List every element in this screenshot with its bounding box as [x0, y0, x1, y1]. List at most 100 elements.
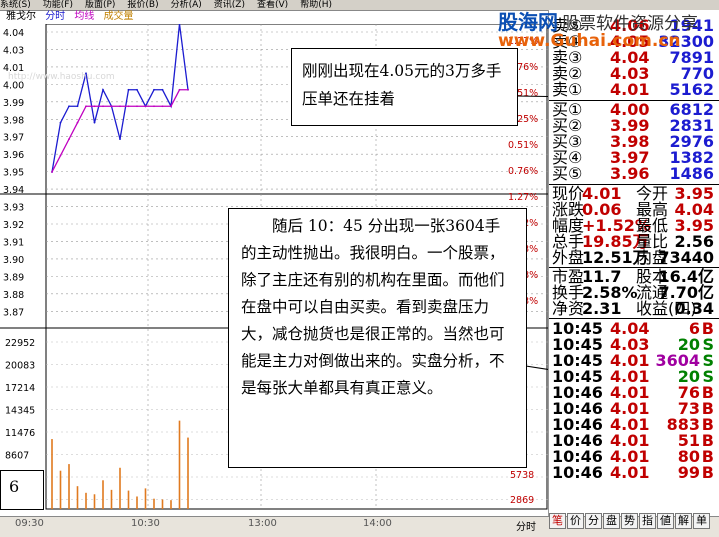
volume-bar	[102, 480, 104, 509]
volume-tick-right: 5738	[510, 470, 534, 481]
menu-item[interactable]: 查看(V)	[257, 0, 288, 10]
price-tick: 4.04	[3, 28, 24, 39]
annotation-mid: 随后 10：45 分出现一张3604手的主动性抛出。我很明白。一个股票，除了主庄…	[228, 208, 527, 468]
menu-item[interactable]: 帮助(H)	[300, 0, 332, 10]
volume-bar	[178, 420, 181, 509]
time-tick[interactable]: 分时	[516, 518, 536, 533]
volume-tick: 11476	[5, 428, 35, 439]
price-tick: 3.87	[3, 307, 24, 318]
price-tick: 3.99	[3, 98, 24, 109]
panel-tab[interactable]: 分	[585, 513, 602, 529]
average-point	[153, 105, 155, 108]
average-point	[76, 121, 79, 124]
volume-tick-right: 2869	[510, 495, 534, 506]
price-tick: 3.97	[3, 133, 24, 144]
pct-tick: 0.76%	[508, 166, 538, 177]
average-point	[102, 105, 104, 108]
volume-bar	[110, 489, 113, 509]
volume-bar	[187, 437, 189, 509]
pct-tick: 0.51%	[508, 140, 538, 151]
average-point	[110, 105, 113, 108]
average-point	[93, 105, 96, 108]
price-point	[127, 88, 130, 91]
trade-row: 10:46 4.01 99 B	[552, 463, 714, 482]
volume-tick: 14345	[5, 406, 35, 417]
price-tick: 3.91	[3, 237, 24, 248]
menu-item[interactable]: 系统(S)	[0, 0, 31, 10]
menu-item[interactable]: 报价(B)	[127, 0, 158, 10]
volume-bar	[136, 496, 138, 509]
volume-bar	[127, 490, 130, 509]
panel-tab[interactable]: 盘	[603, 513, 620, 529]
panel-tab[interactable]: 値	[657, 513, 674, 529]
time-tick: 09:30	[15, 518, 44, 529]
price-tick: 3.90	[3, 255, 24, 266]
volume-bar	[161, 499, 164, 509]
time-tick: 13:00	[248, 518, 277, 529]
faint-watermark: http://www.haoshu.com	[8, 72, 115, 82]
price-point	[161, 88, 164, 91]
volume-tick: 20083	[5, 361, 35, 372]
volume-bar	[51, 439, 53, 509]
volume-tick: 8607	[5, 451, 29, 462]
average-point	[187, 88, 189, 91]
stock-name: 雅戈尔	[6, 11, 36, 22]
average-point	[85, 105, 87, 108]
panel-tab[interactable]: 指	[639, 513, 656, 529]
volume-bar	[76, 486, 79, 509]
price-point	[119, 138, 121, 141]
price-point	[153, 88, 155, 91]
panel-tab[interactable]: 解	[675, 513, 692, 529]
chart-header: 雅戈尔 分时 均线 成交量	[0, 10, 548, 24]
menu-item[interactable]: 资讯(Z)	[214, 0, 245, 10]
price-tick: 3.98	[3, 115, 24, 126]
menu-item[interactable]: 分析(A)	[171, 0, 202, 10]
price-tick: 3.89	[3, 272, 24, 283]
price-tick: 4.03	[3, 45, 24, 56]
price-point	[68, 105, 70, 108]
price-point	[102, 88, 104, 91]
volume-bar	[119, 467, 121, 509]
panel-tab[interactable]: 单	[693, 513, 710, 529]
price-tick: 3.92	[3, 220, 24, 231]
average-point	[170, 105, 172, 108]
quote-row: 净资 2.31 收益(四) 0.34	[552, 299, 714, 318]
panel-tab[interactable]: 价	[567, 513, 584, 529]
menu-item[interactable]: 功能(F)	[43, 0, 73, 10]
menu-item[interactable]: 版面(P)	[85, 0, 115, 10]
volume-label[interactable]: 成交量	[104, 11, 134, 22]
mode-label[interactable]: 分时	[45, 11, 65, 22]
average-point	[59, 154, 62, 157]
panel-tab[interactable]: 笔	[549, 513, 566, 529]
average-point	[119, 105, 121, 108]
average-point	[68, 138, 70, 141]
average-point	[127, 105, 130, 108]
average-point	[161, 105, 164, 108]
volume-bar	[68, 464, 70, 509]
price-tick: 3.93	[3, 203, 24, 214]
price-tick: 4.00	[3, 80, 24, 91]
volume-tick: 22952	[5, 338, 35, 349]
price-tick: 3.88	[3, 290, 24, 301]
price-point	[76, 105, 79, 108]
panel-tabs: 笔价分盘势指値解单	[549, 513, 711, 531]
price-point	[93, 121, 96, 124]
sell-level: 卖① 4.01 5162	[552, 80, 714, 99]
annotation-top: 刚刚出现在4.05元的3万多手压单还在挂着	[291, 48, 518, 126]
price-tick: 3.96	[3, 150, 24, 161]
avg-label[interactable]: 均线	[74, 11, 94, 22]
time-tick: 10:30	[131, 518, 160, 529]
volume-bar	[170, 500, 172, 509]
average-point	[144, 105, 147, 108]
time-tick: 14:00	[363, 518, 392, 529]
panel-tab[interactable]: 势	[621, 513, 638, 529]
volume-bar	[93, 494, 96, 509]
pct-tick: 1.27%	[508, 192, 538, 203]
average-point	[136, 105, 138, 108]
volume-bar	[153, 498, 155, 509]
watermark-url: www.Guhai.com.cn	[498, 31, 681, 51]
page-number-box: 6	[0, 470, 44, 510]
quote-row: 外盘 12.51万 内盘 73440	[552, 248, 714, 267]
price-point	[59, 121, 62, 124]
buy-level: 买⑤ 3.96 1486	[552, 164, 714, 183]
